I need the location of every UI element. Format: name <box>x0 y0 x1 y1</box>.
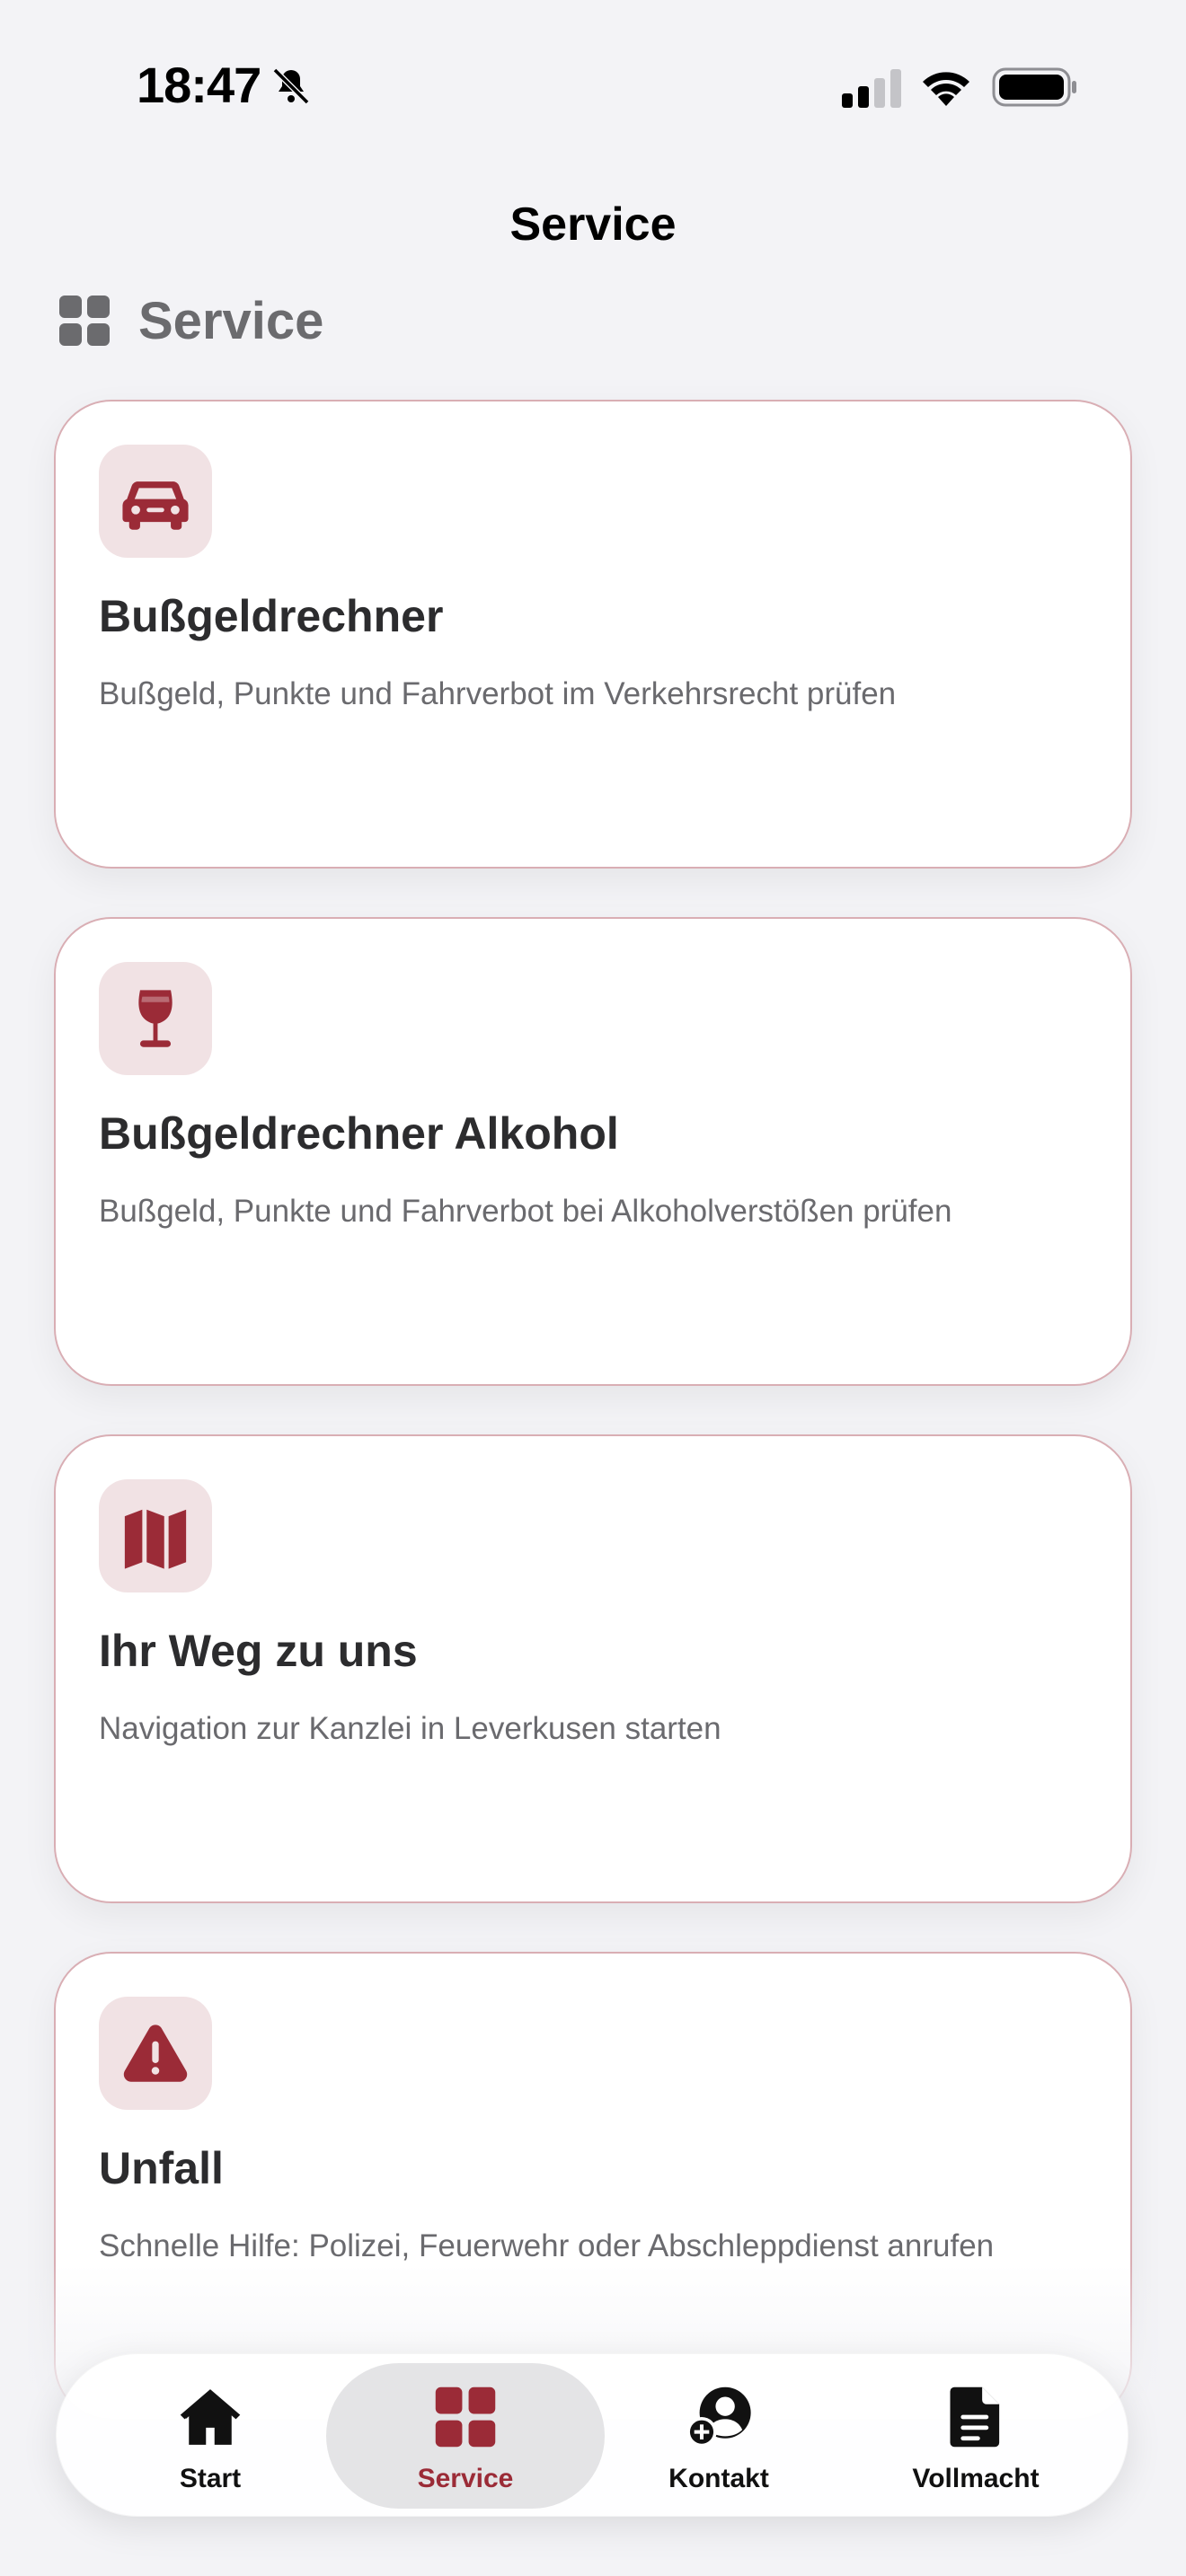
card-title: Ihr Weg zu uns <box>99 1626 418 1676</box>
card-description: Bußgeld, Punkte und Fahrverbot bei Alkoh… <box>99 1194 952 1229</box>
tab-start[interactable]: Start <box>71 2363 350 2509</box>
tab-label: Vollmacht <box>912 2464 1040 2493</box>
map-icon <box>124 1509 187 1569</box>
card-bussgeldrechner-alkohol[interactable]: Bußgeldrechner Alkohol Bußgeld, Punkte u… <box>54 917 1132 1386</box>
battery-icon <box>992 67 1076 107</box>
wine-glass-icon <box>138 990 173 1047</box>
document-icon <box>950 2386 1000 2448</box>
car-icon <box>122 481 189 530</box>
cellular-signal-icon <box>842 69 901 108</box>
status-time: 18:47 <box>137 57 261 113</box>
card-icon-container <box>99 962 212 1075</box>
tab-vollmacht[interactable]: Vollmacht <box>836 2363 1115 2509</box>
add-contact-icon <box>686 2386 751 2448</box>
card-title: Unfall <box>99 2143 224 2193</box>
warning-icon <box>123 2025 188 2082</box>
card-icon-container <box>99 1479 212 1592</box>
section-header: Service <box>58 289 323 352</box>
home-icon <box>180 2389 241 2445</box>
card-description: Bußgeld, Punkte und Fahrverbot im Verkeh… <box>99 676 897 711</box>
card-description: Schnelle Hilfe: Polizei, Feuerwehr oder … <box>99 2228 995 2263</box>
card-icon-container <box>99 445 212 558</box>
card-icon-container <box>99 1997 212 2110</box>
card-bussgeldrechner[interactable]: Bußgeldrechner Bußgeld, Punkte und Fahrv… <box>54 400 1132 869</box>
bell-slash-icon <box>272 67 310 105</box>
tab-label: Service <box>417 2464 514 2493</box>
grid-icon <box>59 296 110 346</box>
card-description: Navigation zur Kanzlei in Leverkusen sta… <box>99 1711 721 1746</box>
card-title: Bußgeldrechner <box>99 591 444 641</box>
card-title: Bußgeldrechner Alkohol <box>99 1108 619 1159</box>
grid-icon <box>435 2386 496 2448</box>
card-ihr-weg-zu-uns[interactable]: Ihr Weg zu uns Navigation zur Kanzlei in… <box>54 1434 1132 1903</box>
tab-label: Kontakt <box>668 2464 769 2493</box>
nav-title: Service <box>509 198 677 251</box>
wifi-icon <box>923 72 969 106</box>
tab-bar: Start Service Kontakt Vollmacht <box>56 2353 1128 2517</box>
status-bar: 18:47 <box>0 0 1186 171</box>
section-title: Service <box>138 291 324 350</box>
tab-kontakt[interactable]: Kontakt <box>580 2363 858 2509</box>
tab-label: Start <box>179 2464 242 2493</box>
tab-service[interactable]: Service <box>326 2363 605 2509</box>
